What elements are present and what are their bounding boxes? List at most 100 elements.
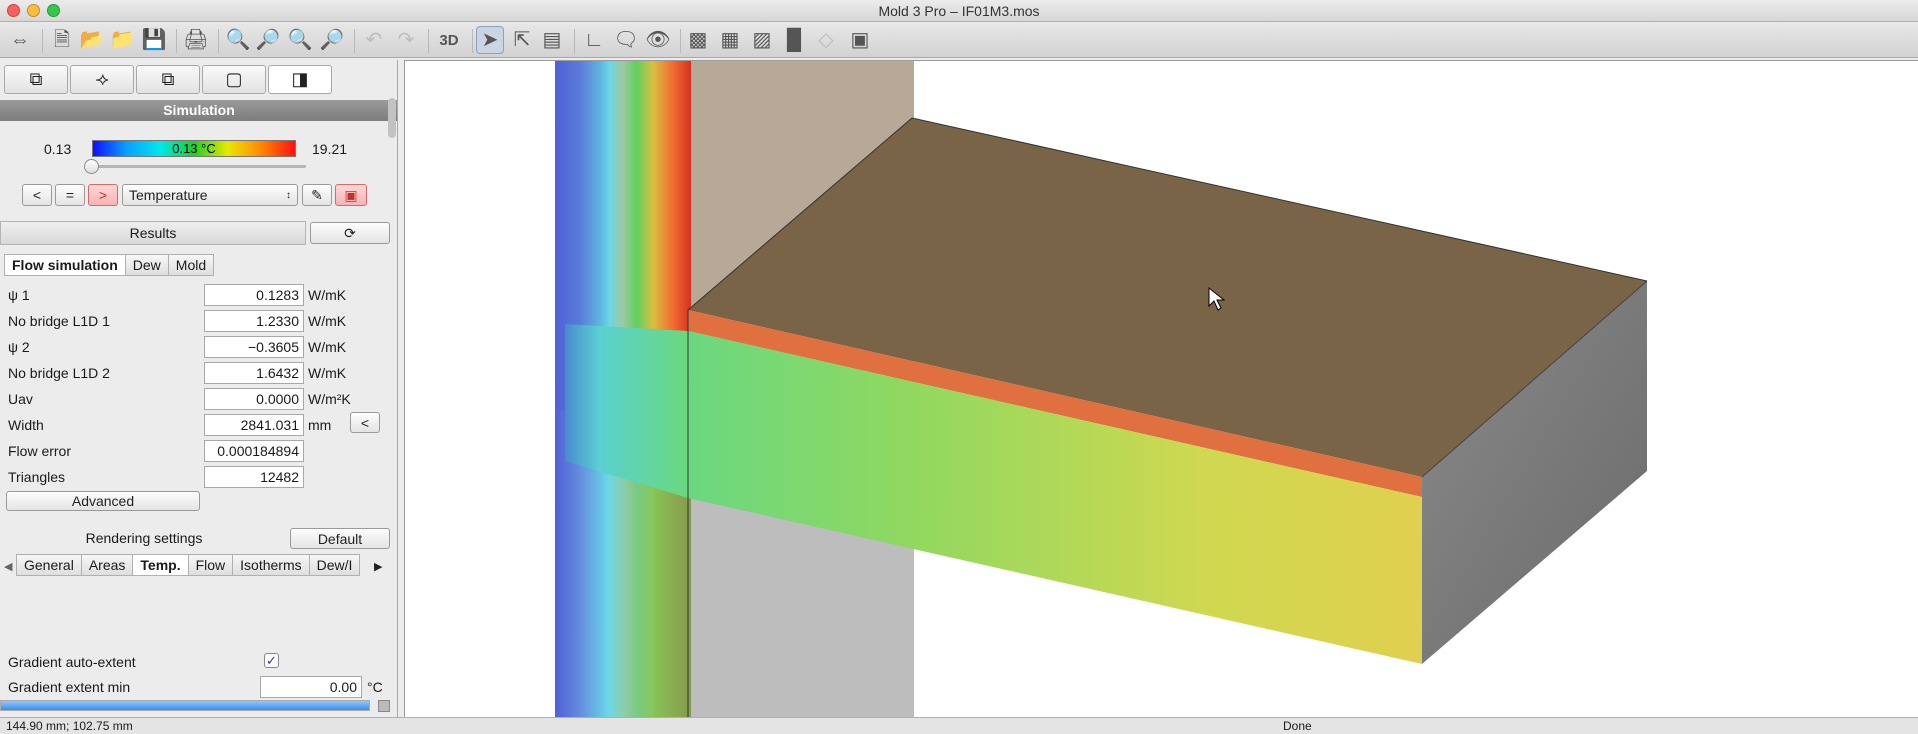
result-value-field[interactable]: 1.2330	[204, 310, 304, 332]
new-file-icon[interactable]: 🗎	[48, 26, 76, 54]
refresh-icon[interactable]: ⟳	[310, 222, 390, 244]
previous-button[interactable]: <	[22, 184, 52, 206]
rendering-settings-header: Rendering settings	[85, 530, 203, 546]
measure-icon[interactable]: ▤	[538, 26, 566, 54]
dimension-icon[interactable]: ∟	[580, 26, 608, 54]
crop-view-button[interactable]: ⟢	[70, 65, 134, 94]
gradient-extent-min-input[interactable]: 0.00	[260, 676, 362, 698]
save-icon[interactable]: 💾	[140, 26, 168, 54]
result-unit: W/mK	[308, 287, 347, 303]
close-window-button[interactable]	[7, 4, 20, 17]
3d-toggle-button[interactable]: 3D	[434, 26, 464, 54]
layer-2-icon[interactable]: ▦	[716, 26, 744, 54]
gradient-auto-extent-checkbox[interactable]: ✓	[264, 653, 279, 668]
chevron-updown-icon: ↕	[286, 189, 291, 201]
simulation-view-button[interactable]: ◨	[268, 65, 332, 94]
mode-select[interactable]: Temperature ↕	[122, 184, 298, 206]
scroll-right-icon[interactable]: ▶	[374, 560, 382, 573]
tab-areas[interactable]: Areas	[80, 554, 133, 576]
next-button[interactable]: >	[88, 184, 118, 206]
simulation-header: Simulation	[0, 100, 397, 121]
page-view-button[interactable]: ▢	[202, 65, 266, 94]
progress-fill	[1, 701, 369, 710]
window-title: Mold 3 Pro – IF01M3.mos	[878, 3, 1040, 19]
histogram-icon[interactable]: █	[780, 26, 808, 54]
render-tabs: General Areas Temp. Flow Isotherms Dew/I	[16, 554, 361, 576]
layer-1-icon[interactable]: ▩	[684, 26, 712, 54]
result-label: Uav	[8, 391, 33, 407]
result-unit: mm	[308, 417, 332, 433]
open-folder-icon[interactable]: 📂	[78, 26, 106, 54]
status-message: Done	[1283, 719, 1312, 733]
result-value-field[interactable]: 2841.031	[204, 414, 304, 436]
visibility-icon[interactable]: 👁	[644, 26, 672, 54]
disabled-icon[interactable]: ◇	[812, 26, 840, 54]
tab-flow-simulation[interactable]: Flow simulation	[4, 254, 125, 276]
advanced-button[interactable]: Advanced	[6, 491, 200, 511]
thermal-model-render	[555, 61, 1648, 717]
probe-icon[interactable]: ▣	[335, 184, 367, 206]
eyedropper-icon[interactable]: ✎	[302, 184, 332, 206]
color-icon[interactable]: ▣	[846, 26, 874, 54]
result-value-field[interactable]: 1.6432	[204, 362, 304, 384]
result-label: Width	[8, 417, 44, 433]
tab-mold[interactable]: Mold	[167, 254, 215, 276]
comment-icon[interactable]: 🗨	[612, 26, 640, 54]
3d-viewport[interactable]	[404, 60, 1918, 717]
result-label: Triangles	[8, 469, 66, 485]
print-icon[interactable]: 🖨	[182, 26, 210, 54]
layer-3-icon[interactable]: ▨	[748, 26, 776, 54]
result-label: ψ 2	[8, 339, 30, 355]
width-reset-button[interactable]: <	[350, 412, 380, 433]
open-recent-icon[interactable]: 📁	[108, 26, 136, 54]
result-unit: W/m²K	[308, 391, 351, 407]
window-titlebar: Mold 3 Pro – IF01M3.mos	[0, 0, 1918, 22]
gradient-min-label: 0.13	[44, 141, 72, 157]
result-value-field[interactable]: 12482	[204, 466, 304, 488]
zoom-window-button[interactable]	[47, 4, 60, 17]
minimize-window-button[interactable]	[27, 4, 40, 17]
section-view-button[interactable]: ⧉	[4, 65, 68, 94]
result-value-field[interactable]: −0.3605	[204, 336, 304, 358]
zoom-fit-icon[interactable]: 🔍	[286, 26, 314, 54]
status-bar: 144.90 mm; 102.75 mm Done	[0, 717, 1918, 734]
progress-bar	[0, 700, 370, 711]
tab-general[interactable]: General	[16, 554, 81, 576]
redo-icon[interactable]: ↷	[392, 26, 420, 54]
tab-dew[interactable]: Dew/I	[308, 554, 361, 576]
result-label: Flow error	[8, 443, 72, 459]
gradient-bar: 0.13 °C	[92, 140, 296, 157]
zoom-reset-icon[interactable]: 🔎	[318, 26, 346, 54]
gradient-current-value: 0.13 °C	[172, 141, 216, 156]
tab-dew[interactable]: Dew	[124, 254, 168, 276]
gradient-slider-track[interactable]	[86, 165, 306, 168]
tab-temp[interactable]: Temp.	[132, 554, 188, 576]
gradient-extent-min-label: Gradient extent min	[8, 679, 131, 695]
result-unit: W/mK	[308, 365, 347, 381]
link-icon[interactable]: ⇔	[6, 26, 34, 54]
result-value-field[interactable]: 0.000184894	[204, 440, 304, 462]
tab-flow[interactable]: Flow	[187, 554, 233, 576]
stop-button[interactable]	[378, 700, 390, 712]
tab-isotherms[interactable]: Isotherms	[232, 554, 309, 576]
result-value-field[interactable]: 0.0000	[204, 388, 304, 410]
zoom-out-icon[interactable]: 🔎	[254, 26, 282, 54]
select-area-icon[interactable]: ⇱	[508, 26, 536, 54]
copy-view-button[interactable]: ⧉	[136, 65, 200, 94]
gradient-auto-extent-label: Gradient auto-extent	[8, 654, 136, 670]
default-button[interactable]: Default	[290, 528, 390, 549]
results-header: Results	[0, 221, 306, 245]
left-panel: ⧉ ⟢ ⧉ ▢ ◨ Simulation 0.13 0.13 °C 19.21 …	[0, 60, 398, 717]
gradient-max-label: 19.21	[312, 141, 348, 157]
select-icon[interactable]: ➤	[476, 26, 504, 54]
scroll-left-icon[interactable]: ◀	[4, 560, 12, 573]
results-tabs: Flow simulation Dew Mold	[4, 254, 215, 276]
zoom-in-icon[interactable]: 🔍	[224, 26, 252, 54]
coordinates-readout: 144.90 mm; 102.75 mm	[6, 719, 133, 733]
scrollbar[interactable]	[388, 98, 396, 138]
gradient-slider-knob[interactable]	[84, 159, 99, 174]
result-value-field[interactable]: 0.1283	[204, 284, 304, 306]
result-label: ψ 1	[8, 287, 30, 303]
equal-button[interactable]: =	[55, 184, 85, 206]
undo-icon[interactable]: ↶	[360, 26, 388, 54]
